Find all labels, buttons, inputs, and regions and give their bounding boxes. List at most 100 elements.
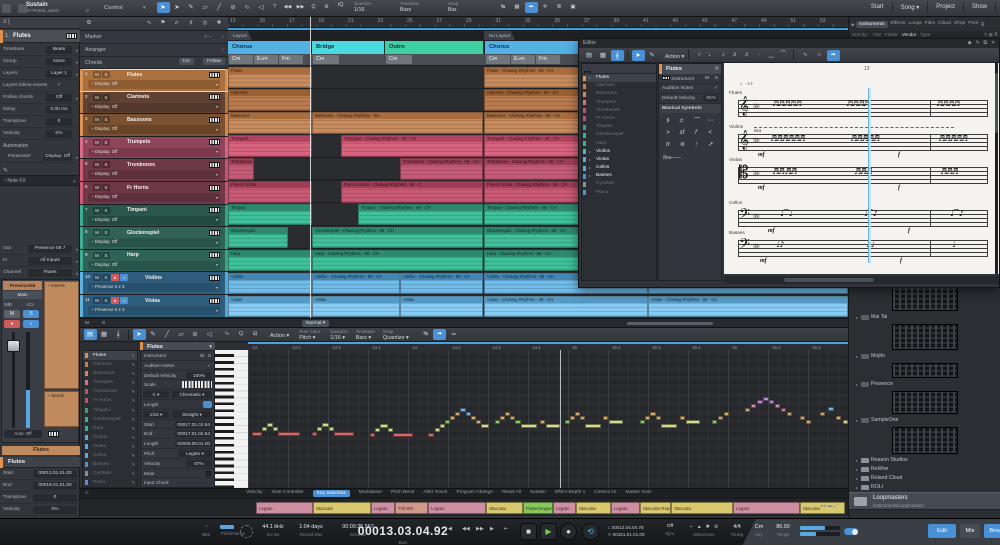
track-header-glockenspiel[interactable]: 8 M S Glockenspiel ◔ Display: Off ▾: [80, 227, 228, 250]
note-duration-button[interactable]: ♬: [742, 50, 753, 61]
musical-symbol-button[interactable]: ⋯: [703, 115, 717, 127]
track-mute-button[interactable]: M: [93, 206, 101, 214]
browser-tab-files[interactable]: Files: [925, 21, 935, 28]
inspector-param-row[interactable]: Group None ▾: [0, 56, 80, 68]
loop-icon[interactable]: ↹: [419, 329, 432, 340]
arranger-track-row[interactable]: Arranger ♪: [80, 44, 228, 57]
note-cluster[interactable]: ♩ ♪: [776, 240, 784, 249]
keyboard-icon[interactable]: [209, 94, 220, 101]
controller-tab-velocity[interactable]: Velocity: [246, 490, 263, 497]
tracklist-icon[interactable]: ≣: [553, 2, 566, 13]
midi-note[interactable]: [603, 416, 608, 420]
musical-symbol-button[interactable]: ⁝: [689, 139, 703, 151]
arrow-tool[interactable]: ➤: [156, 2, 170, 13]
midi-note[interactable]: [393, 433, 413, 437]
clip-event[interactable]: Flutes: [228, 66, 312, 88]
midi-note[interactable]: [712, 420, 717, 424]
midi-note[interactable]: [370, 433, 375, 437]
clip-event[interactable]: Violas: [228, 295, 312, 317]
clip-event[interactable]: Trumpets: [228, 135, 312, 157]
musical-symbol-button[interactable]: <: [703, 127, 717, 139]
editor-list-item-trombones[interactable]: Trombones ✎: [83, 387, 137, 396]
layers-icon[interactable]: ⚌: [447, 329, 460, 340]
clip-event[interactable]: Timpani - Chasing Rhythms - 88 - CH: [358, 203, 483, 226]
score-list-item-bassoons[interactable]: Bassoons: [582, 90, 656, 98]
track-record-button[interactable]: ●: [111, 297, 119, 304]
controller-tab-sustain[interactable]: Sustain: [530, 490, 546, 497]
track-header-timpani[interactable]: 7 M S Timpani ◔ Display: Off ▾: [80, 204, 228, 228]
loop-range[interactable]: L 00012.04.04.78 R 00151.01.01.00: [608, 525, 645, 537]
midi-note[interactable]: [428, 433, 434, 437]
chord-value-chip[interactable]: Cm: [178, 58, 194, 65]
note-fx-row[interactable]: ◔ Note FX ＋: [0, 175, 80, 186]
keyboard-icon[interactable]: [209, 207, 220, 214]
midi-note[interactable]: [745, 408, 750, 412]
score-view-icon[interactable]: 𝄞: [112, 329, 125, 340]
track-solo-button[interactable]: S: [102, 206, 110, 214]
search-icon[interactable]: ⚲: [981, 22, 985, 28]
clip-event[interactable]: Violas - Chasing Rhythms - 88 - CH: [484, 295, 648, 317]
no-layout-tab[interactable]: No Layout: [484, 31, 515, 40]
param-value[interactable]: 0%: [46, 130, 72, 138]
note-inspector-row[interactable]: Scale: [141, 380, 214, 391]
midi-note[interactable]: [262, 427, 267, 431]
note-duration-button[interactable]: ‿: [766, 50, 777, 61]
midi-note[interactable]: [481, 424, 489, 428]
monitor-button[interactable]: ◖: [23, 320, 39, 328]
score-list-item-clarinets[interactable]: Clarinets: [582, 82, 656, 90]
drum-view-icon[interactable]: ▤: [83, 329, 97, 340]
midi-note[interactable]: [495, 420, 500, 424]
note-cluster[interactable]: ♬♬♬: [940, 167, 959, 176]
pencil-icon[interactable]: ✎: [132, 406, 135, 415]
zoom-controls[interactable]: ◂ ▸ ▬ ⤢: [820, 503, 838, 509]
controller-tab-program-change[interactable]: Program Change: [456, 490, 493, 497]
time-signature[interactable]: 4/4 Timing: [726, 524, 748, 537]
track-solo-button[interactable]: S: [102, 184, 110, 191]
keyboard-icon[interactable]: [209, 274, 220, 281]
midi-note[interactable]: [645, 416, 650, 420]
pencil-tool[interactable]: ✎: [147, 329, 160, 340]
pencil-icon[interactable]: ✎: [132, 360, 135, 369]
note-inspector-row[interactable]: 1/16 ▾ Straight ▾: [141, 410, 214, 420]
transport-field[interactable]: 44.1 kHz 0.0 ms: [256, 524, 290, 537]
midi-note[interactable]: [686, 420, 700, 424]
record-arm-button[interactable]: ●: [4, 320, 20, 328]
keyswitch-block[interactable]: Staccato: [313, 502, 371, 514]
clip-event[interactable]: Violas: [400, 295, 483, 317]
accent-icon[interactable]: ✱: [706, 524, 710, 530]
browser-tab-loops[interactable]: Loops: [908, 21, 921, 28]
keyswitch-block[interactable]: Legato: [371, 502, 395, 514]
browser-tab-instruments[interactable]: Instruments: [855, 21, 888, 28]
midi-note[interactable]: [806, 420, 811, 424]
controller-tab-master-gain[interactable]: Master Gain: [625, 490, 651, 497]
param-value[interactable]: Layer 1: [46, 70, 72, 78]
click-icon[interactable]: ▲: [697, 524, 702, 530]
mix-button[interactable]: Mix: [960, 524, 980, 538]
keyswitch-block[interactable]: Staccato: [576, 502, 611, 514]
track-display-row[interactable]: ◔ Presence 5 2 3 ▾: [88, 306, 220, 315]
controller-tab-effect-depth-1[interactable]: Effect Depth 1: [555, 490, 585, 497]
clip-event[interactable]: Violins - Chasing Rhythms - 88 - CH: [400, 272, 483, 295]
track-monitor-button[interactable]: ◖: [120, 297, 128, 304]
rewind-icon[interactable]: ◀◀: [462, 526, 470, 532]
browser-folder-reason-studios[interactable]: ▸ Reason Studios: [849, 456, 1000, 465]
event-param-row[interactable]: End 00019.01.01.00: [0, 480, 80, 492]
musical-symbol-button[interactable]: tr: [661, 139, 675, 151]
pin-icon[interactable]: ◆: [968, 41, 972, 46]
follow-icon[interactable]: ➡: [524, 2, 538, 13]
pencil-icon[interactable]: ✎: [132, 469, 135, 478]
keyswitch-block[interactable]: Legato: [428, 502, 486, 514]
note-inspector-row[interactable]: Start 00017.01.01.64: [141, 420, 214, 430]
clip-event[interactable]: Trumpets - Chasing Rhythms - 88 - CH: [341, 135, 483, 157]
wrench-icon[interactable]: ⚙: [83, 18, 96, 29]
transport-field[interactable]: 1:04 days Record Max: [292, 524, 330, 537]
sort-option-type[interactable]: Type: [920, 32, 930, 37]
midi-note[interactable]: [836, 416, 841, 420]
track-solo-button[interactable]: S: [102, 116, 110, 124]
midi-note[interactable]: [656, 416, 661, 420]
note-duration-button[interactable]: ♩: [706, 50, 717, 61]
musical-symbol-button[interactable]: sf: [675, 127, 689, 139]
midi-note[interactable]: [380, 424, 388, 428]
split-icon[interactable]: ⊟: [249, 329, 262, 340]
score-list-item-glockenspiel[interactable]: Glockenspiel: [582, 131, 656, 139]
